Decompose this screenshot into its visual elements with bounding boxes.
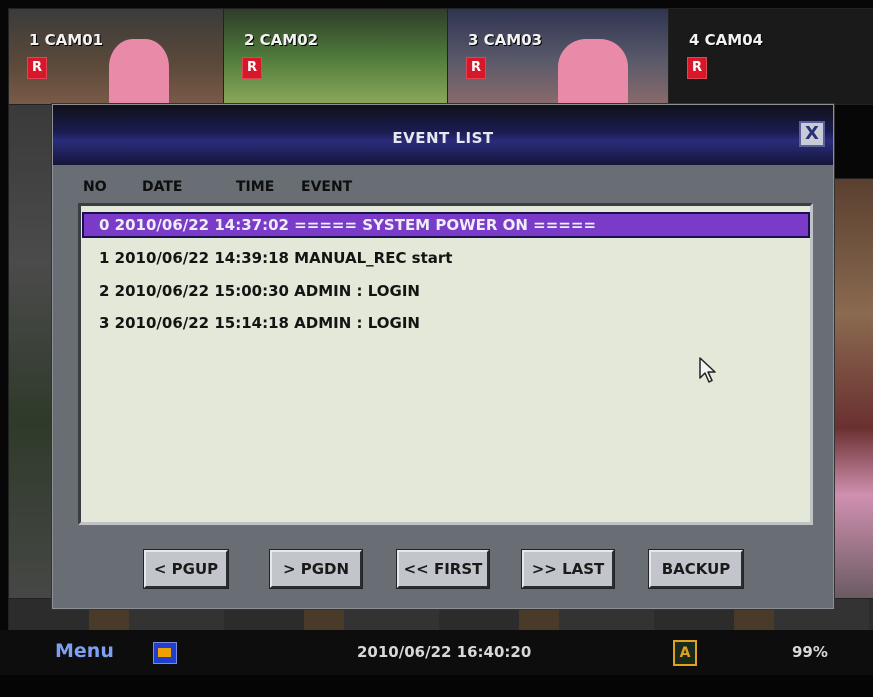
column-header-date: DATE xyxy=(142,179,183,195)
column-header-event: EVENT xyxy=(301,179,353,195)
alarm-badge: A xyxy=(673,640,697,666)
list-item[interactable]: 0 2010/06/22 14:37:02 ===== SYSTEM POWER… xyxy=(82,212,810,238)
disk-usage-percent: 99% xyxy=(792,643,828,661)
close-button[interactable]: X xyxy=(799,121,825,147)
record-badge: R xyxy=(687,57,707,79)
camera-scene xyxy=(109,39,169,104)
camera-scene xyxy=(558,39,628,104)
camera-tile-4[interactable]: 4 CAM04 R xyxy=(668,8,873,105)
dialog-header: EVENT LIST X xyxy=(53,105,833,165)
pgdn-button[interactable]: > PGDN xyxy=(270,550,362,588)
camera-label: 1 CAM01 xyxy=(29,31,104,49)
menu-button[interactable]: Menu xyxy=(55,640,114,662)
event-list-dialog: EVENT LIST X NO DATE TIME EVENT 0 2010/0… xyxy=(52,104,834,609)
event-row-text: 1 2010/06/22 14:39:18 MANUAL_REC start xyxy=(99,249,453,267)
hdd-icon xyxy=(153,642,177,664)
column-header-time: TIME xyxy=(236,179,275,195)
event-row-text: 2 2010/06/22 15:00:30 ADMIN : LOGIN xyxy=(99,282,420,300)
camera-tile-right-column[interactable] xyxy=(834,178,873,632)
mouse-pointer-icon xyxy=(699,357,716,383)
list-item[interactable]: 2 2010/06/22 15:00:30 ADMIN : LOGIN xyxy=(84,279,806,303)
record-badge: R xyxy=(27,57,47,79)
dialog-title: EVENT LIST xyxy=(392,129,494,147)
last-button[interactable]: >> LAST xyxy=(522,550,614,588)
event-row-text: 3 2010/06/22 15:14:18 ADMIN : LOGIN xyxy=(99,314,420,332)
camera-label: 3 CAM03 xyxy=(468,31,543,49)
event-row-text: 0 2010/06/22 14:37:02 ===== SYSTEM POWER… xyxy=(99,216,597,234)
system-datetime: 2010/06/22 16:40:20 xyxy=(357,643,532,661)
camera-tile-3[interactable]: 3 CAM03 R xyxy=(447,8,669,105)
pgup-button[interactable]: < PGUP xyxy=(144,550,228,588)
event-list[interactable]: 0 2010/06/22 14:37:02 ===== SYSTEM POWER… xyxy=(78,203,813,525)
first-button[interactable]: << FIRST xyxy=(397,550,489,588)
record-badge: R xyxy=(242,57,262,79)
camera-label: 4 CAM04 xyxy=(689,31,764,49)
record-badge: R xyxy=(466,57,486,79)
camera-tile-left-column[interactable] xyxy=(8,104,55,632)
camera-tile-1[interactable]: 1 CAM01 R xyxy=(8,8,224,105)
list-item[interactable]: 3 2010/06/22 15:14:18 ADMIN : LOGIN xyxy=(84,311,806,335)
list-item[interactable]: 1 2010/06/22 14:39:18 MANUAL_REC start xyxy=(84,246,806,270)
backup-button[interactable]: BACKUP xyxy=(649,550,743,588)
camera-tile-2[interactable]: 2 CAM02 R xyxy=(223,8,448,105)
camera-label: 2 CAM02 xyxy=(244,31,319,49)
column-header-no: NO xyxy=(83,179,107,195)
monitor-bottom-edge xyxy=(0,675,873,697)
status-bar: Menu 2010/06/22 16:40:20 A 99% xyxy=(0,630,873,675)
